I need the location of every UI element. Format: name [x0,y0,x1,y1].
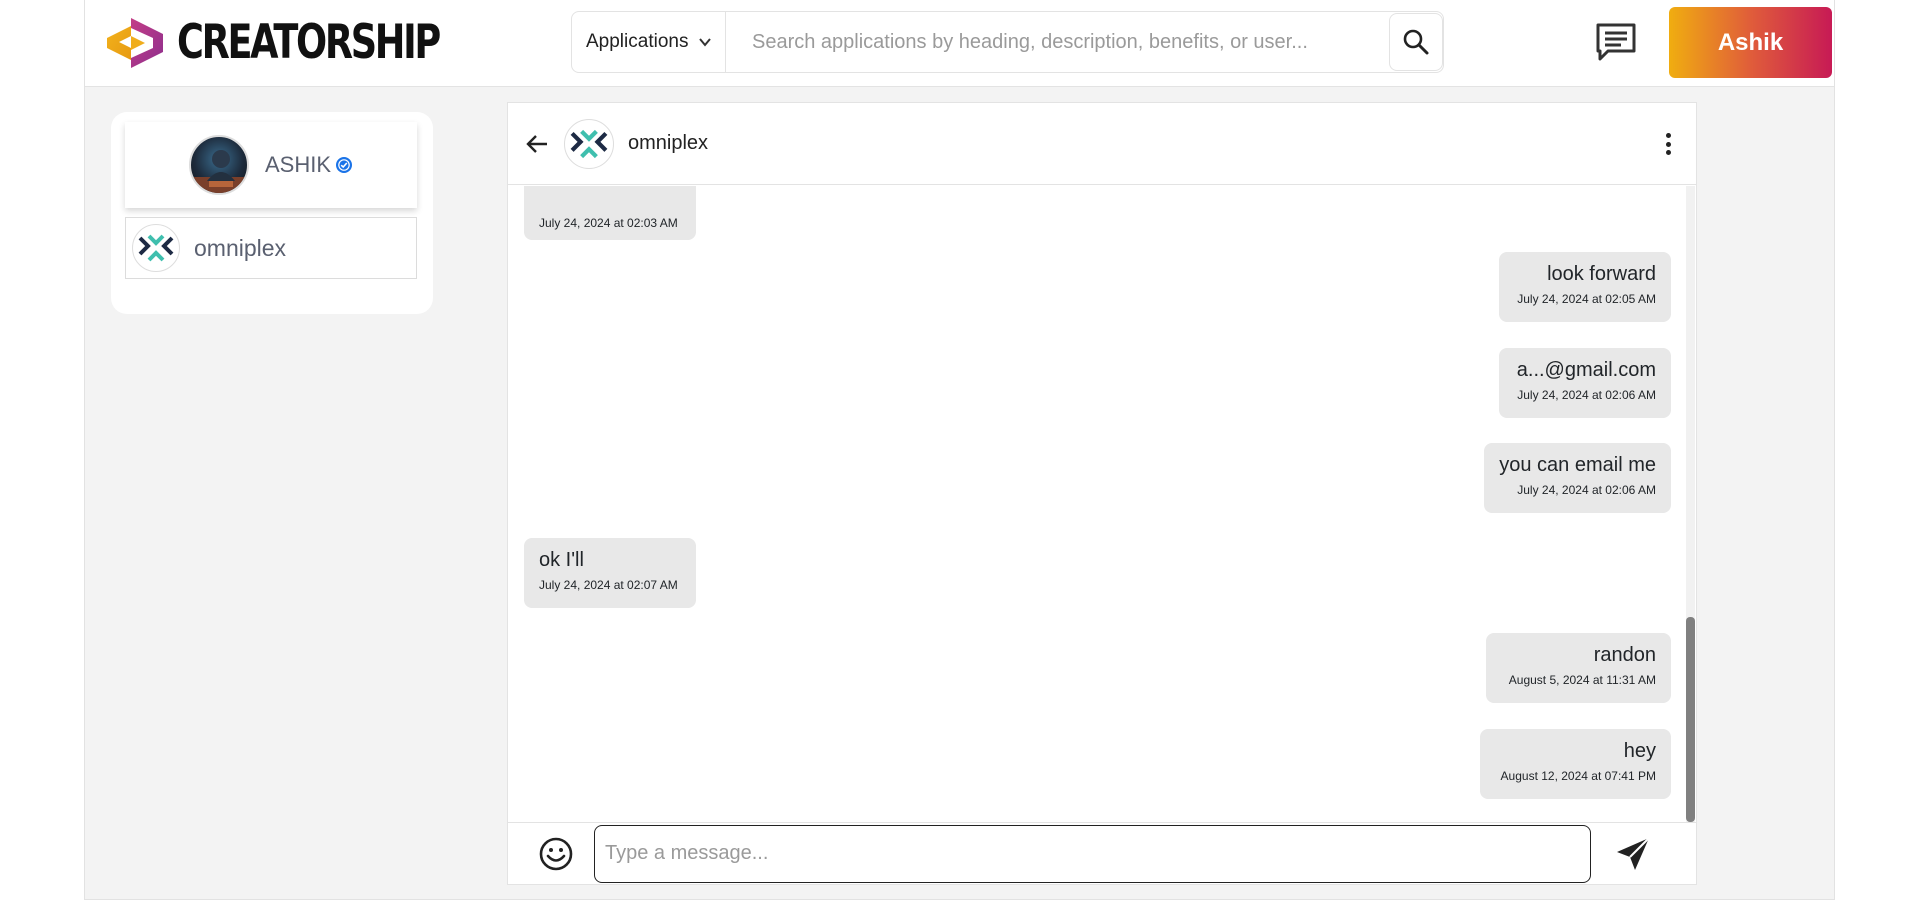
creatorship-logo-icon [107,18,163,68]
messages-icon [1596,23,1636,61]
message-text: hey [1623,740,1656,762]
message-timestamp: July 24, 2024 at 02:06 AM [1517,483,1656,497]
more-options-button[interactable] [1662,129,1674,159]
contact-name: omniplex [194,234,287,261]
profile-photo-icon [190,150,247,193]
search-icon [1403,29,1429,55]
brand-name: CREATORSHIP [177,15,441,70]
message-text: ok I'll [539,549,584,571]
message-bubble-outgoing: randon August 5, 2024 at 11:31 AM [1486,633,1671,703]
message-input[interactable] [594,824,1591,883]
send-button[interactable] [1613,834,1653,874]
chat-contact-name: omniplex [628,132,709,154]
contact-avatar [132,224,180,272]
send-icon [1617,836,1650,870]
back-button[interactable] [522,129,552,159]
profile-card[interactable]: ASHIK [125,122,417,208]
chevron-down-icon [699,38,712,47]
message-bubble-outgoing: you can email me July 24, 2024 at 02:06 … [1484,443,1671,513]
category-select[interactable]: Applications [572,12,726,72]
search-bar: Applications [571,11,1444,73]
message-text [539,188,681,212]
search-input[interactable] [726,12,1389,72]
conversations-sidebar: ASHIK omniplex [111,112,433,314]
message-composer [508,822,1696,884]
omniplex-logo-icon [570,129,608,158]
kebab-dot-icon [1665,141,1671,147]
message-text: a...@gmail.com [1516,359,1656,381]
arrow-left-icon [526,134,547,153]
chat-contact-avatar [564,118,614,169]
conversation-item-omniplex[interactable]: omniplex [125,217,417,279]
message-list-scrollbar[interactable] [1686,186,1695,822]
omniplex-logo-icon [138,234,174,262]
user-menu-label: Ashik [1717,28,1784,56]
verified-badge-icon [336,157,353,173]
kebab-dot-icon [1665,150,1671,155]
emoji-icon[interactable] [538,836,574,872]
message-text: look forward [1547,263,1656,285]
app-shell: CREATORSHIP Applications Search applicat… [84,0,1835,900]
scrollbar-thumb[interactable] [1686,617,1695,822]
chat-panel: omniplex July 24, 2024 at 02:03 AM look … [507,102,1697,885]
message-timestamp: August 12, 2024 at 07:41 PM [1500,769,1656,783]
message-timestamp: August 5, 2024 at 11:31 AM [1508,673,1656,687]
kebab-dot-icon [1665,133,1671,138]
brand-logo[interactable]: CREATORSHIP [105,14,513,72]
top-header: CREATORSHIP Applications Search applicat… [85,0,1834,87]
chat-header: omniplex [508,103,1696,185]
messages-button[interactable] [1592,18,1640,66]
message-bubble-incoming: ok I'll July 24, 2024 at 02:07 AM [524,538,696,608]
user-menu-button[interactable]: Ashik [1669,7,1832,78]
message-bubble-outgoing: look forward July 24, 2024 at 02:05 AM [1499,252,1671,322]
search-button[interactable] [1389,13,1443,71]
message-bubble-outgoing: a...@gmail.com July 24, 2024 at 02:06 AM [1499,348,1671,418]
message-timestamp: July 24, 2024 at 02:06 AM [1517,388,1656,402]
message-timestamp: July 24, 2024 at 02:05 AM [1517,292,1656,306]
profile-name: ASHIK [264,152,332,177]
message-timestamp: July 24, 2024 at 02:07 AM [539,578,678,592]
avatar [188,135,249,195]
message-bubble-outgoing: hey August 12, 2024 at 07:41 PM [1480,729,1671,799]
message-timestamp: July 24, 2024 at 02:03 AM [539,216,678,230]
message-text: you can email me [1499,454,1656,476]
message-list[interactable]: July 24, 2024 at 02:03 AM look forward J… [508,186,1696,822]
message-text: randon [1593,644,1656,666]
message-bubble-incoming: July 24, 2024 at 02:03 AM [524,186,696,240]
category-select-value: Applications [586,31,689,52]
